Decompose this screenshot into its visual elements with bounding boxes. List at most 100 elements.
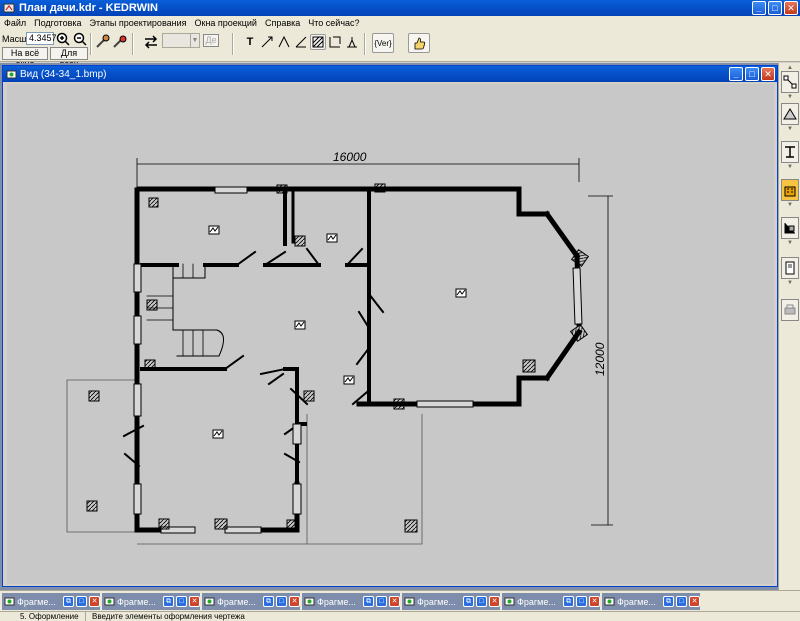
- level-mark-icon[interactable]: [344, 34, 360, 50]
- columns: [86, 183, 590, 533]
- chevron-down-icon[interactable]: ▼: [781, 94, 799, 100]
- view-maximize-button[interactable]: □: [745, 67, 759, 81]
- chevron-down-icon-6[interactable]: ▼: [781, 280, 799, 286]
- layer-select[interactable]: ▼: [162, 33, 200, 48]
- thumbs-up-icon[interactable]: [408, 33, 430, 53]
- menu-design-stages[interactable]: Этапы проектирования: [86, 18, 191, 28]
- angle-tool-icon[interactable]: [293, 34, 309, 50]
- axis-tool-icon[interactable]: [781, 217, 799, 239]
- fragment-label: Фрагме...: [17, 596, 56, 607]
- close-icon[interactable]: ✕: [489, 596, 500, 607]
- fragment-label: Фрагме...: [317, 596, 356, 607]
- chevron-down-icon-2[interactable]: ▼: [781, 126, 799, 132]
- menu-file[interactable]: Файл: [0, 18, 30, 28]
- restore-icon[interactable]: ⧉: [563, 596, 574, 607]
- maximize-icon[interactable]: □: [476, 596, 487, 607]
- view-window: Вид (34-34_1.bmp) _ □ ✕ 16000 12000: [2, 65, 778, 587]
- menu-whats-now[interactable]: Что сейчас?: [304, 18, 363, 28]
- zoom-out-icon[interactable]: [72, 31, 88, 47]
- hatch-tool-icon[interactable]: [310, 34, 326, 50]
- floor-plan: 16000 12000: [66, 150, 613, 545]
- swap-arrows-icon[interactable]: [143, 34, 159, 50]
- chevron-down-icon-5[interactable]: ▼: [781, 240, 799, 246]
- close-icon[interactable]: ✕: [89, 596, 100, 607]
- chevron-down-icon-3[interactable]: ▼: [781, 164, 799, 170]
- fragment-item[interactable]: Фрагме... ⧉ □ ✕: [602, 593, 700, 610]
- app-icon: [3, 3, 15, 13]
- text-tool-icon[interactable]: T: [242, 34, 258, 50]
- device-tool-icon[interactable]: [781, 257, 799, 279]
- dimension-tool-icon[interactable]: [276, 34, 292, 50]
- dimension-horizontal-label: 16000: [333, 150, 367, 164]
- close-button[interactable]: ✕: [784, 1, 798, 15]
- building-tool-icon[interactable]: [781, 179, 799, 201]
- scale-input[interactable]: 4.3457: [26, 32, 57, 45]
- pan-tool-icon[interactable]: [95, 34, 111, 50]
- fragment-item[interactable]: Фрагме... ⧉ □ ✕: [302, 593, 400, 610]
- restore-icon[interactable]: ⧉: [463, 596, 474, 607]
- restore-icon[interactable]: ⧉: [263, 596, 274, 607]
- fragment-item[interactable]: Фрагме... ⧉ □ ✕: [202, 593, 300, 610]
- close-icon[interactable]: ✕: [189, 596, 200, 607]
- nodes-tool-icon[interactable]: [781, 71, 799, 93]
- view-window-title: Вид (34-34_1.bmp): [20, 68, 107, 80]
- roof-tool-icon[interactable]: [781, 103, 799, 125]
- fragment-item[interactable]: Фрагме... ⧉ □ ✕: [402, 593, 500, 610]
- view-minimize-button[interactable]: _: [729, 67, 743, 81]
- fit-all-button[interactable]: На всё окно: [2, 47, 48, 69]
- fragment-item[interactable]: Фрагме... ⧉ □ ✕: [2, 593, 100, 610]
- status-stage: 5. Оформление: [0, 612, 86, 621]
- print-tool-icon[interactable]: [781, 299, 799, 321]
- close-icon[interactable]: ✕: [289, 596, 300, 607]
- chevron-down-icon-4[interactable]: ▼: [781, 202, 799, 208]
- menu-projection-windows[interactable]: Окна проекций: [191, 18, 261, 28]
- restore-icon[interactable]: ⧉: [663, 596, 674, 607]
- frame-tool-icon[interactable]: [327, 34, 343, 50]
- view-icon: [6, 70, 17, 78]
- fragment-item[interactable]: Фрагме... ⧉ □ ✕: [102, 593, 200, 610]
- right-toolbar: ▲ ▼ ▼ ▼ ▼ ▼ ▼: [778, 63, 800, 590]
- fragment-item[interactable]: Фрагме... ⧉ □ ✕: [502, 593, 600, 610]
- menu-help[interactable]: Справка: [261, 18, 304, 28]
- drawing-canvas[interactable]: 16000 12000: [7, 84, 774, 584]
- fragment-taskbar: Фрагме... ⧉ □ ✕ Фрагме... ⧉ □ ✕ Фрагме... ⧉ □…: [0, 590, 800, 611]
- fragment-label: Фрагме...: [617, 596, 656, 607]
- windows: [133, 186, 583, 534]
- close-icon[interactable]: ✕: [589, 596, 600, 607]
- maximize-icon[interactable]: □: [276, 596, 287, 607]
- dimension-vertical-label: 12000: [593, 342, 607, 376]
- maximize-icon[interactable]: □: [76, 596, 87, 607]
- fragment-icon: [104, 597, 115, 606]
- view-window-titlebar: Вид (34-34_1.bmp) _ □ ✕: [3, 66, 777, 82]
- fragment-label: Фрагме...: [417, 596, 456, 607]
- zoom-in-icon[interactable]: [55, 31, 71, 47]
- fragment-icon: [4, 597, 15, 606]
- close-icon[interactable]: ✕: [389, 596, 400, 607]
- restore-icon[interactable]: ⧉: [363, 596, 374, 607]
- disabled-button[interactable]: Де: [203, 34, 219, 47]
- edit-tool-icon[interactable]: [112, 34, 128, 50]
- maximize-icon[interactable]: □: [176, 596, 187, 607]
- restore-icon[interactable]: ⧉: [163, 596, 174, 607]
- restore-icon[interactable]: ⧉: [63, 596, 74, 607]
- mdi-area: Вид (34-34_1.bmp) _ □ ✕ 16000 12000: [0, 63, 778, 590]
- window-title: План дачи.kdr - KEDRWIN: [19, 2, 158, 14]
- fragment-icon: [204, 597, 215, 606]
- maximize-button[interactable]: □: [768, 1, 782, 15]
- maximize-icon[interactable]: □: [376, 596, 387, 607]
- menu-preparation[interactable]: Подготовка: [30, 18, 85, 28]
- fragment-label: Фрагме...: [217, 596, 256, 607]
- minimize-button[interactable]: _: [752, 1, 766, 15]
- close-icon[interactable]: ✕: [689, 596, 700, 607]
- maximize-icon[interactable]: □: [576, 596, 587, 607]
- walls: [122, 186, 583, 533]
- menu-bar: Файл Подготовка Этапы проектирования Окн…: [0, 16, 800, 30]
- for-all-button[interactable]: Для всех: [50, 47, 88, 69]
- fragment-icon: [604, 597, 615, 606]
- view-close-button[interactable]: ✕: [761, 67, 775, 81]
- app-titlebar: План дачи.kdr - KEDRWIN _ □ ✕: [0, 0, 800, 16]
- variables-button[interactable]: {Ver}: [372, 33, 394, 53]
- maximize-icon[interactable]: □: [676, 596, 687, 607]
- section-tool-icon[interactable]: [781, 141, 799, 163]
- leader-tool-icon[interactable]: [259, 34, 275, 50]
